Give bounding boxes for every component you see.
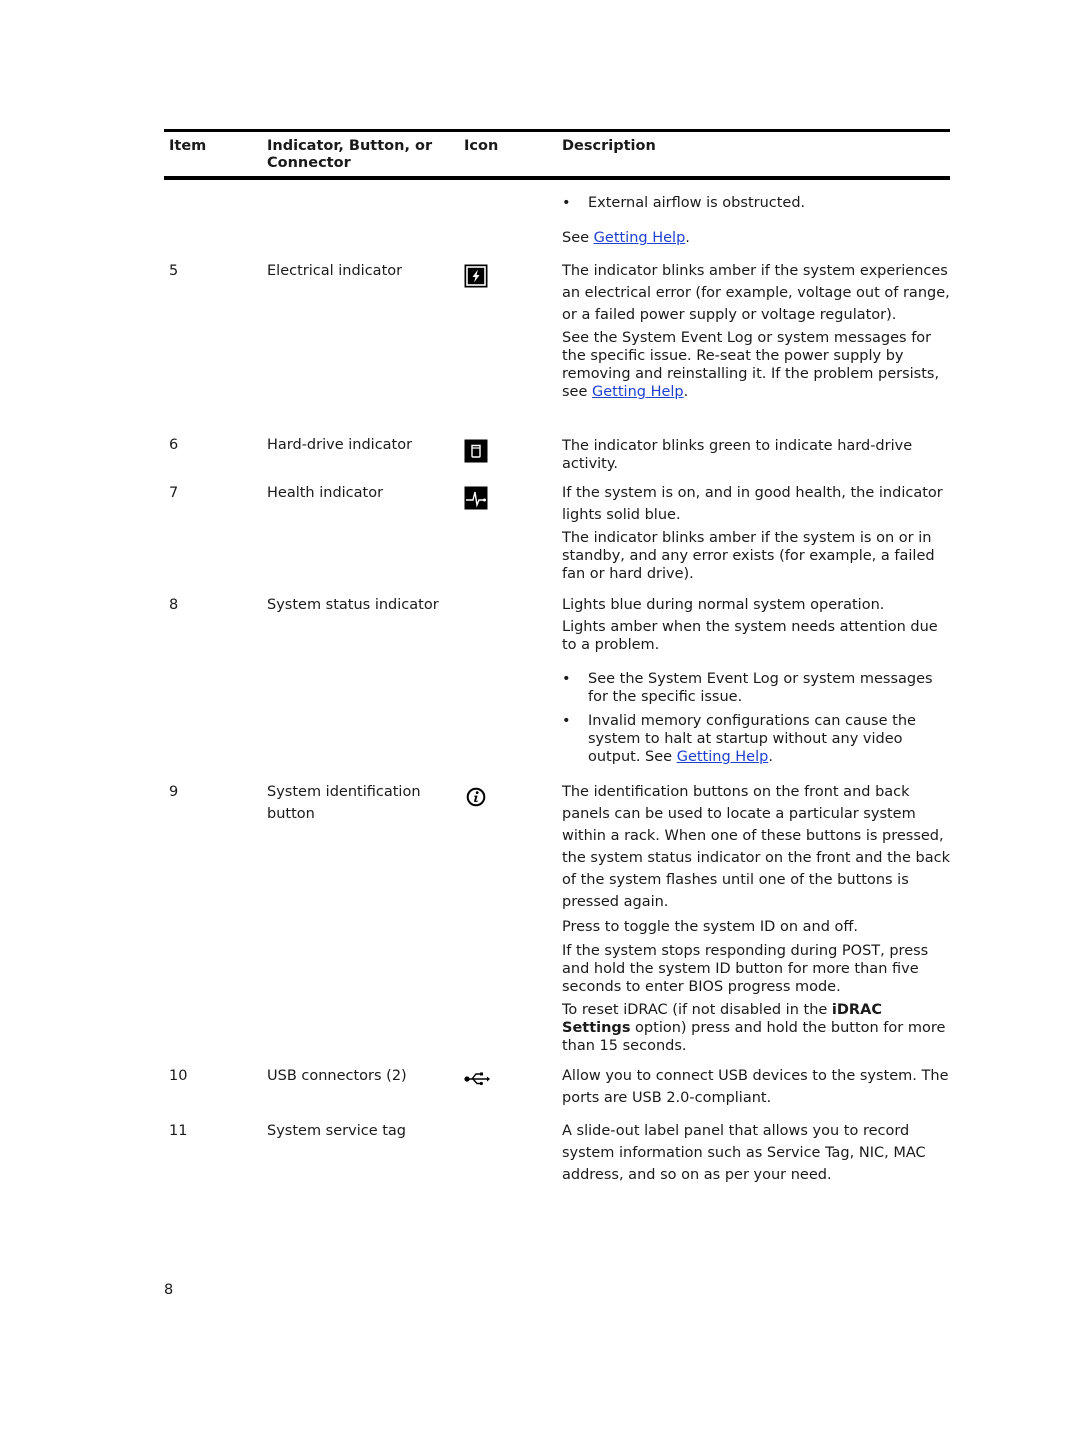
indicator-table: Item Indicator, Button, or Connector Ico…	[164, 129, 950, 180]
getting-help-link[interactable]: Getting Help	[594, 230, 686, 246]
bullet-item: Invalid memory configurations can cause …	[562, 712, 952, 766]
see-prefix: See	[562, 230, 594, 246]
description-text: The identification buttons on the front …	[562, 784, 950, 910]
description-text: The indicator blinks amber if the system…	[562, 263, 950, 323]
item-number: 10	[169, 1068, 188, 1084]
description-text: See the System Event Log or system messa…	[562, 329, 952, 401]
description-span: To reset iDRAC (if not disabled in the	[562, 1002, 832, 1018]
usb-icon	[464, 1071, 490, 1091]
getting-help-link[interactable]: Getting Help	[677, 749, 769, 765]
description-cell: The indicator blinks amber if the system…	[562, 260, 952, 401]
see-also-text: See Getting Help.	[562, 227, 952, 249]
electrical-indicator-icon	[464, 264, 488, 288]
description-cell: Lights blue during normal system operati…	[562, 594, 952, 766]
item-number: 9	[169, 784, 179, 800]
page-number: 8	[164, 1282, 174, 1298]
description-text: If the system is on, and in good health,…	[562, 485, 943, 523]
system-id-icon	[466, 787, 486, 811]
see-suffix: .	[685, 230, 690, 246]
indicator-name: Electrical indicator	[267, 263, 403, 279]
indicator-name: USB connectors (2)	[267, 1068, 407, 1084]
hard-drive-indicator-icon	[464, 439, 488, 463]
item-number: 7	[169, 485, 179, 501]
header-icon: Icon	[464, 138, 499, 154]
description-text: The indicator blinks amber if the system…	[562, 530, 935, 582]
indicator-name: System identification button	[267, 784, 421, 822]
description-text: If the system stops responding during PO…	[562, 943, 929, 995]
indicator-name: Health indicator	[267, 485, 384, 501]
description-text: Lights amber when the system needs atten…	[562, 619, 938, 653]
description-cell: The indicator blinks green to indicate h…	[562, 437, 952, 473]
header-indicator: Indicator, Button, or Connector	[267, 138, 433, 171]
indicator-name: System service tag	[267, 1123, 407, 1139]
description-cell: If the system is on, and in good health,…	[562, 482, 952, 583]
item-number: 8	[169, 597, 179, 613]
header-item: Item	[169, 138, 207, 154]
description-text: To reset iDRAC (if not disabled in the i…	[562, 1001, 952, 1055]
bullet-item: See the System Event Log or system messa…	[562, 670, 952, 706]
description-cell: A slide-out label panel that allows you …	[562, 1120, 952, 1186]
indicator-name: Hard-drive indicator	[267, 437, 413, 453]
description-cell: Allow you to connect USB devices to the …	[562, 1065, 952, 1109]
description-text: The indicator blinks green to indicate h…	[562, 438, 913, 472]
description-text: A slide-out label panel that allows you …	[562, 1123, 926, 1183]
suffix: .	[768, 749, 773, 765]
description-text: Lights blue during normal system operati…	[562, 597, 885, 613]
item-number: 11	[169, 1123, 188, 1139]
table-header-rule	[164, 176, 950, 180]
description-text: Press to toggle the system ID on and off…	[562, 919, 858, 935]
table-header-row: Item Indicator, Button, or Connector Ico…	[164, 132, 950, 176]
header-description: Description	[562, 138, 656, 154]
suffix: .	[683, 384, 689, 400]
item-number: 5	[169, 263, 179, 279]
bullet-item: External airflow is obstructed.	[562, 192, 952, 214]
indicator-name: System status indicator	[267, 597, 439, 613]
health-indicator-icon	[464, 486, 488, 510]
description-cell: External airflow is obstructed. See Gett…	[562, 192, 952, 249]
getting-help-link[interactable]: Getting Help	[592, 384, 684, 400]
item-number: 6	[169, 437, 179, 453]
description-cell: The identification buttons on the front …	[562, 781, 952, 1055]
description-text: Allow you to connect USB devices to the …	[562, 1068, 949, 1106]
